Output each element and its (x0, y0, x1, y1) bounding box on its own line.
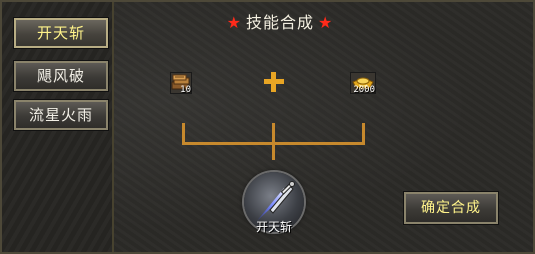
connector-line (182, 142, 365, 145)
material-slot-gold[interactable]: 2000 (350, 72, 376, 95)
skill-sidebar: 开天斩 飓风破 流星火雨 (2, 2, 114, 252)
material-quantity: 2000 (353, 85, 375, 95)
material-slot-book[interactable]: 10 (170, 72, 192, 95)
plus-icon (264, 72, 284, 92)
sidebar-item-jufengpo[interactable]: 飓风破 (13, 60, 109, 92)
star-icon: ★ (226, 13, 242, 32)
panel-title-text: 技能合成 (245, 13, 314, 32)
confirm-synthesis-button[interactable]: 确定合成 (403, 191, 499, 225)
sidebar-item-liuxinghuoyu[interactable]: 流星火雨 (13, 99, 109, 131)
star-icon: ★ (318, 13, 334, 32)
result-skill-label: 开天斩 (255, 220, 292, 234)
material-quantity: 10 (180, 85, 191, 95)
panel-title: ★ 技能合成 ★ (200, 12, 360, 34)
sidebar-item-kaitianzhan[interactable]: 开天斩 (13, 17, 109, 49)
